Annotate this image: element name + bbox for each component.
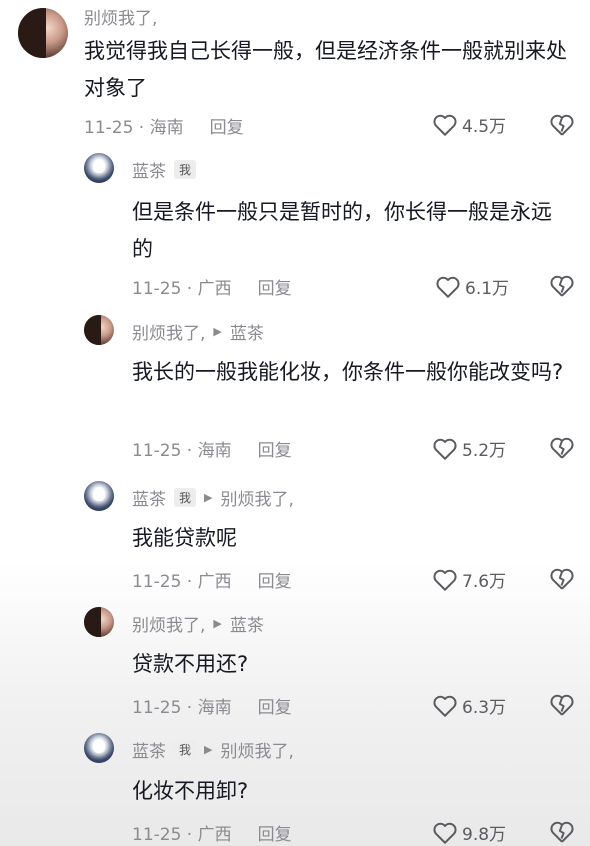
like-count: 6.1万 — [465, 279, 510, 299]
broken-heart-icon[interactable] — [549, 113, 575, 137]
me-badge: 我 — [174, 740, 197, 759]
date-location: 11-25 · 海南 — [132, 441, 232, 461]
like-button[interactable]: 4.5万 — [432, 112, 506, 137]
date-location: 11-25 · 海南 — [132, 698, 232, 718]
like-count: 6.3万 — [462, 698, 507, 718]
broken-heart-icon[interactable] — [549, 436, 575, 460]
comment-meta: 11-25 · 广西 回复 — [132, 820, 292, 845]
avatar[interactable] — [18, 8, 68, 58]
reply-arrow-icon: ▶ — [213, 325, 222, 338]
heart-icon — [433, 569, 457, 591]
date-location: 11-25 · 广西 — [132, 572, 232, 592]
comment-header: 蓝茶 我 — [132, 157, 197, 182]
broken-heart-icon[interactable] — [549, 274, 575, 298]
like-button[interactable]: 7.6万 — [432, 567, 506, 592]
like-button[interactable]: 9.8万 — [432, 820, 506, 845]
like-button[interactable]: 6.1万 — [435, 274, 509, 299]
date-location: 11-25 · 海南 — [84, 118, 184, 138]
reply-button[interactable]: 回复 — [258, 693, 292, 718]
reply-to-user[interactable]: 别烦我了, — [220, 737, 293, 762]
avatar[interactable] — [84, 607, 114, 637]
heart-icon — [433, 695, 457, 717]
comment-header: 别烦我了, ▶ 蓝茶 — [132, 611, 264, 636]
comment-meta: 11-25 · 广西 回复 — [132, 567, 292, 592]
like-count: 7.6万 — [462, 572, 507, 592]
reply-button[interactable]: 回复 — [258, 274, 292, 299]
like-button[interactable]: 5.2万 — [432, 436, 506, 461]
reply-button[interactable]: 回复 — [210, 113, 244, 138]
avatar[interactable] — [84, 153, 114, 183]
heart-icon — [433, 438, 457, 460]
reply-arrow-icon: ▶ — [204, 491, 213, 504]
comment-text: 贷款不用还? — [132, 652, 249, 676]
comment-meta: 11-25 · 海南 回复 — [84, 113, 244, 138]
reply-arrow-icon: ▶ — [204, 743, 213, 756]
username[interactable]: 蓝茶 — [132, 485, 166, 510]
date-location: 11-25 · 广西 — [132, 279, 232, 299]
comment-text: 我觉得我自己长得一般，但是经济条件一般就别来处对象了 — [84, 39, 567, 100]
reply-button[interactable]: 回复 — [258, 567, 292, 592]
comment-header: 蓝茶 我 ▶ 别烦我了, — [132, 485, 294, 510]
me-badge: 我 — [174, 488, 197, 507]
like-count: 5.2万 — [462, 441, 507, 461]
broken-heart-icon[interactable] — [549, 567, 575, 591]
comment-meta: 11-25 · 海南 回复 — [132, 436, 292, 461]
avatar[interactable] — [84, 733, 114, 763]
broken-heart-icon[interactable] — [549, 693, 575, 717]
comment-text: 化妆不用卸? — [132, 779, 249, 803]
reply-to-user[interactable]: 别烦我了, — [220, 485, 293, 510]
username[interactable]: 别烦我了, — [132, 611, 205, 636]
comment-header: 蓝茶 我 ▶ 别烦我了, — [132, 737, 294, 762]
avatar[interactable] — [84, 315, 114, 345]
avatar[interactable] — [84, 481, 114, 511]
username[interactable]: 别烦我了, — [84, 4, 157, 29]
username[interactable]: 蓝茶 — [132, 157, 166, 182]
like-count: 4.5万 — [462, 117, 507, 137]
heart-icon — [433, 822, 457, 844]
comment-header: 别烦我了, ▶ 蓝茶 — [132, 319, 264, 344]
reply-button[interactable]: 回复 — [258, 436, 292, 461]
heart-icon — [433, 114, 457, 136]
broken-heart-icon[interactable] — [549, 820, 575, 844]
username[interactable]: 别烦我了, — [132, 319, 205, 344]
comment-meta: 11-25 · 海南 回复 — [132, 693, 292, 718]
comment-meta: 11-25 · 广西 回复 — [132, 274, 292, 299]
comment-header: 别烦我了, — [84, 4, 157, 29]
username[interactable]: 蓝茶 — [132, 737, 166, 762]
reply-button[interactable]: 回复 — [258, 820, 292, 845]
like-button[interactable]: 6.3万 — [432, 693, 506, 718]
date-location: 11-25 · 广西 — [132, 825, 232, 845]
reply-to-user[interactable]: 蓝茶 — [230, 319, 264, 344]
me-badge: 我 — [174, 160, 197, 179]
reply-arrow-icon: ▶ — [213, 617, 222, 630]
reply-to-user[interactable]: 蓝茶 — [230, 611, 264, 636]
like-count: 9.8万 — [462, 825, 507, 845]
comment-text: 我能贷款呢 — [132, 526, 237, 550]
comment-text: 我长的一般我能化妆，你条件一般你能改变吗? — [132, 360, 564, 384]
heart-icon — [436, 276, 460, 298]
comment-text: 但是条件一般只是暂时的，你长得一般是永远的 — [132, 200, 552, 261]
